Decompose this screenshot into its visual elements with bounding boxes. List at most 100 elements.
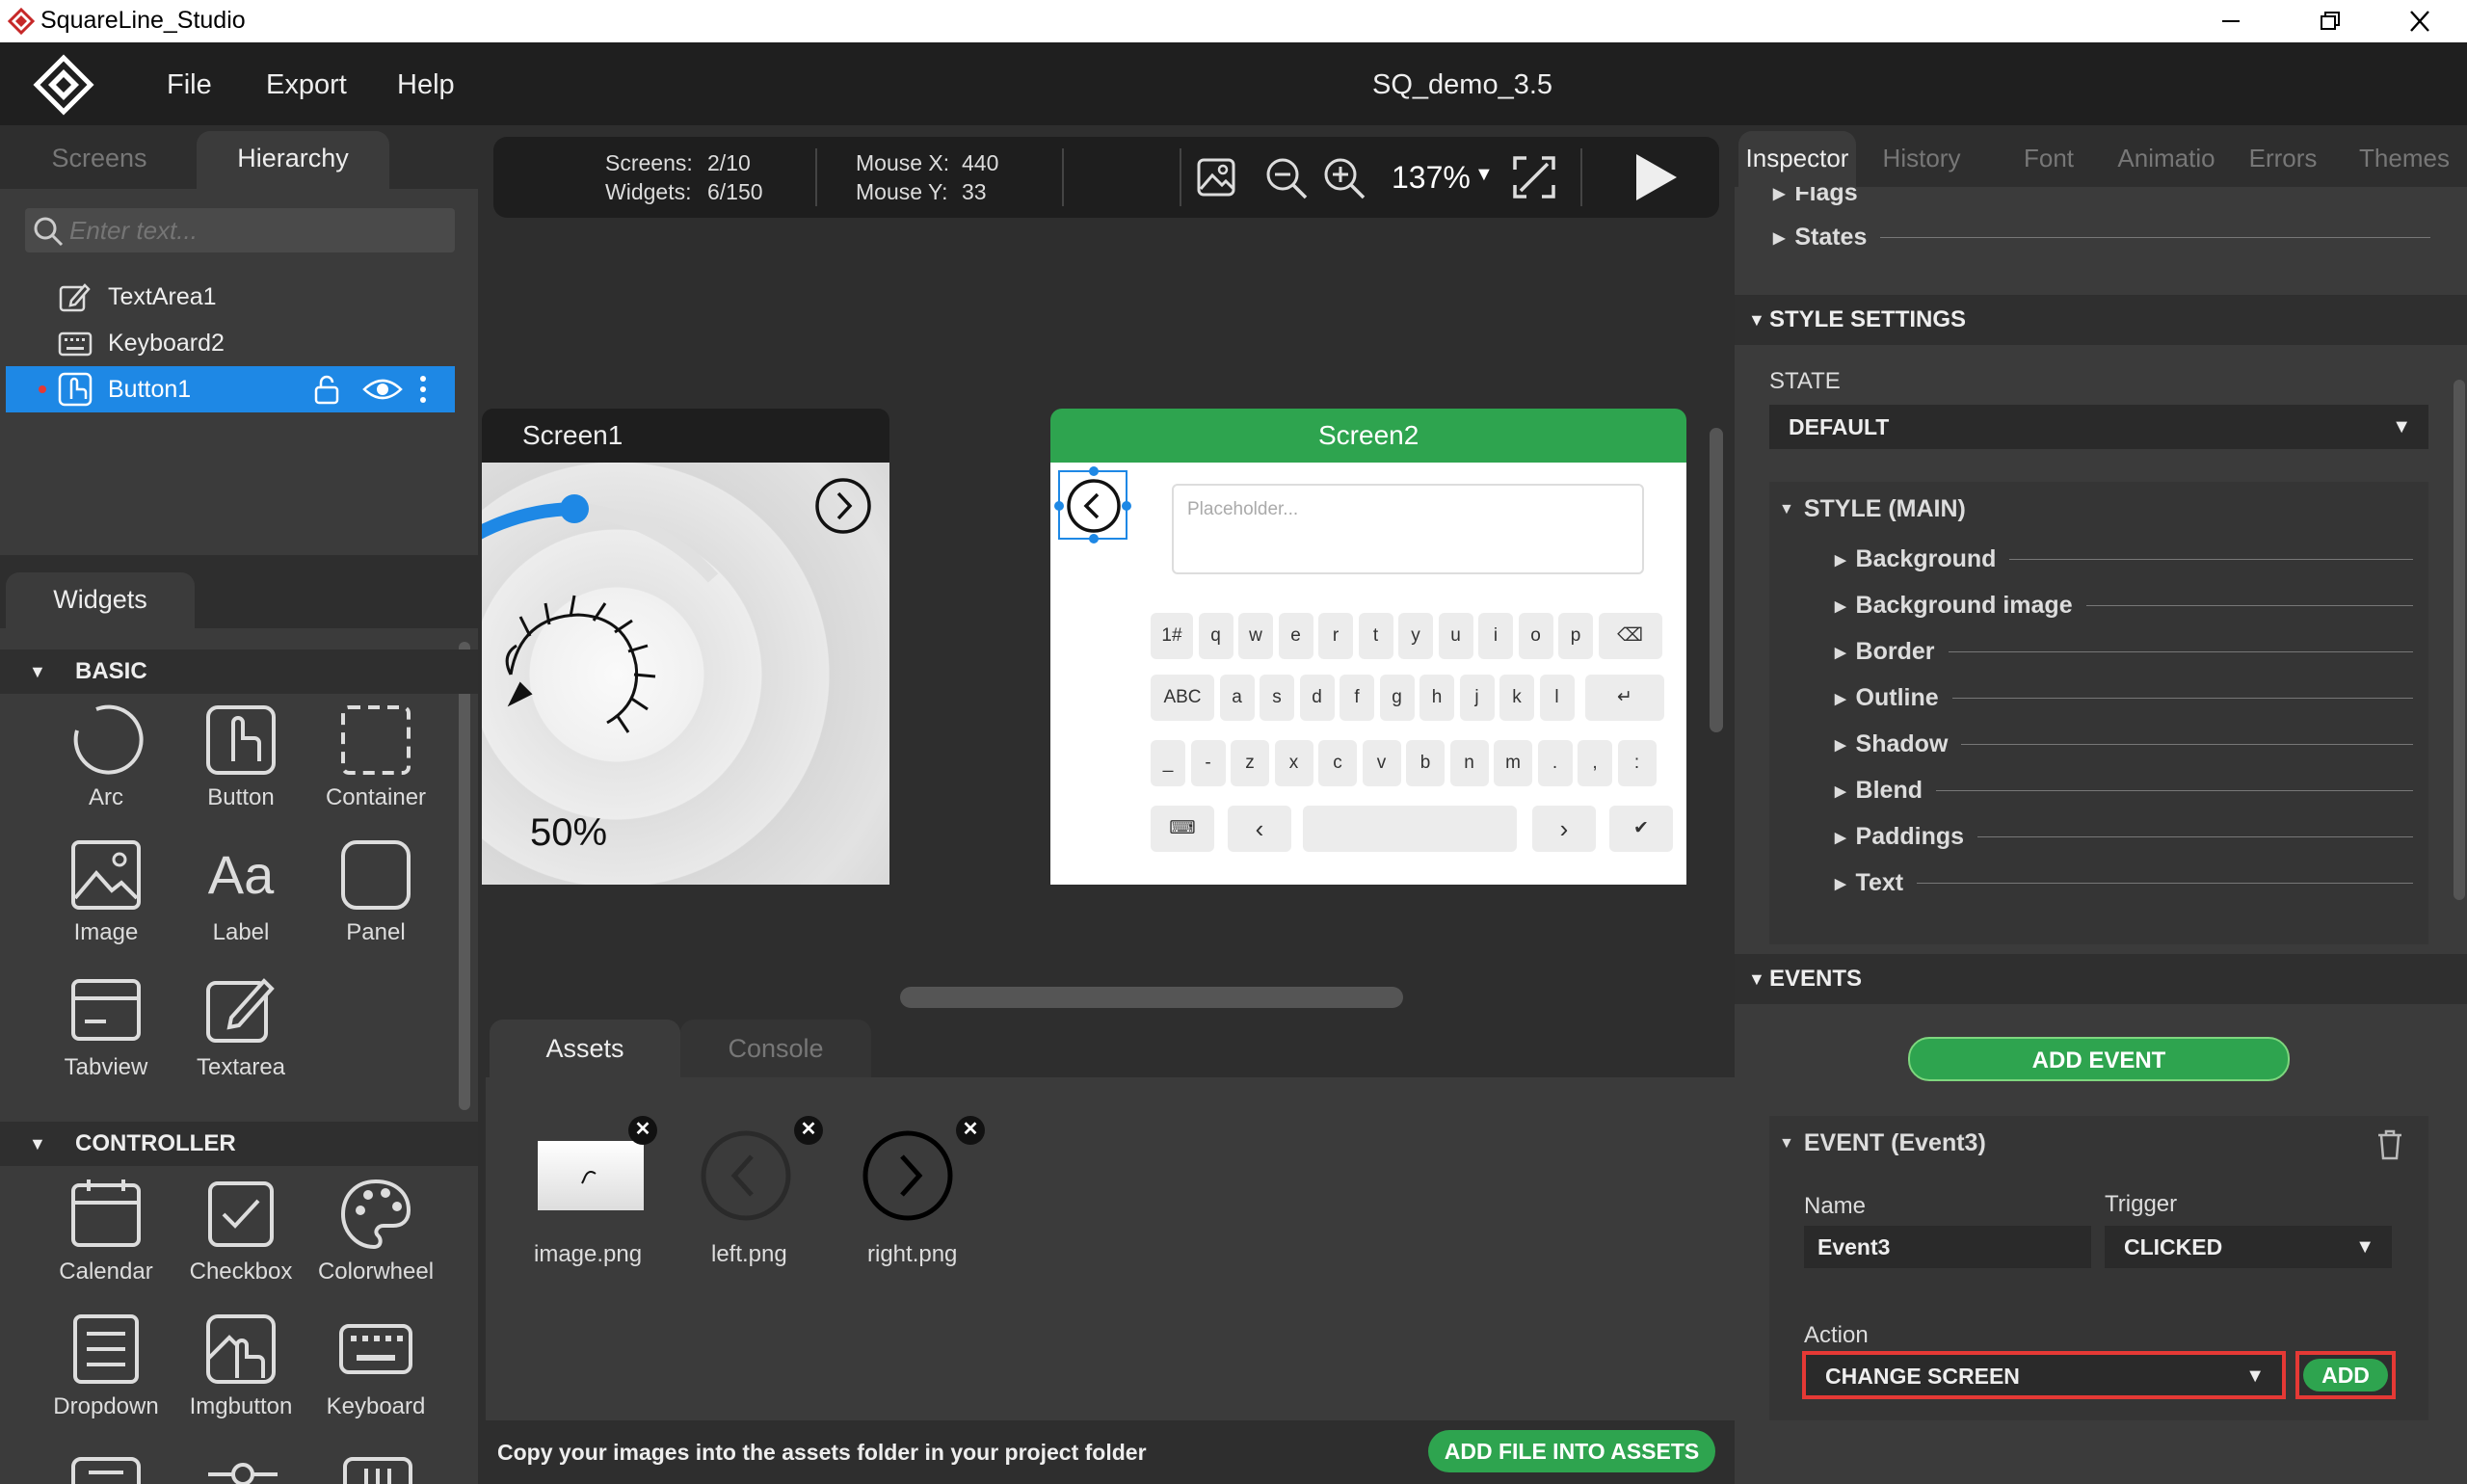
widget-textarea[interactable]: Textarea	[173, 971, 308, 1081]
remove-asset-icon[interactable]: ✕	[794, 1116, 823, 1145]
slider-widget-icon[interactable]	[67, 1453, 145, 1484]
zoom-level[interactable]: 137%	[1392, 160, 1471, 196]
keyboard-key[interactable]: e	[1278, 613, 1313, 659]
keyboard-key[interactable]: a	[1219, 675, 1255, 721]
search-box[interactable]	[25, 208, 455, 252]
keyboard-key[interactable]: :	[1617, 740, 1657, 786]
style-main-header[interactable]: ▼ STYLE (MAIN)	[1779, 495, 1966, 523]
remove-asset-icon[interactable]: ✕	[628, 1116, 657, 1145]
widget-panel[interactable]: Panel	[308, 836, 443, 946]
tree-item-button1[interactable]: Button1	[6, 366, 455, 412]
widget-container[interactable]: Container	[308, 702, 443, 811]
squareline-logo-icon[interactable]	[33, 54, 94, 116]
keyboard-key[interactable]: y	[1398, 613, 1433, 659]
roller-widget-icon[interactable]	[339, 1453, 416, 1484]
keyboard-key[interactable]: m	[1494, 740, 1532, 786]
widget-image[interactable]: Image	[39, 836, 173, 946]
states-row[interactable]: ▶ States	[1773, 224, 2430, 252]
flags-row[interactable]: ▶ Flags	[1773, 187, 2236, 207]
section-basic[interactable]: ▼ BASIC	[0, 649, 478, 694]
next-screen-icon[interactable]	[813, 476, 873, 536]
zoom-in-icon[interactable]	[1322, 156, 1366, 200]
zoom-dropdown-icon[interactable]: ▼	[1474, 164, 1494, 186]
tab-themes[interactable]: Themes	[2342, 131, 2467, 187]
tab-history[interactable]: History	[1860, 131, 1983, 187]
trigger-dropdown[interactable]: CLICKED ▼	[2105, 1226, 2392, 1268]
widget-checkbox[interactable]: Checkbox	[173, 1176, 308, 1285]
keyboard-key[interactable]: 1#	[1151, 613, 1193, 659]
style-prop-row[interactable]: ▶ Outline	[1835, 684, 2413, 712]
keyboard-key[interactable]: ABC	[1151, 675, 1214, 721]
button1-selection[interactable]	[1054, 466, 1131, 543]
key-right[interactable]: ›	[1532, 806, 1596, 852]
style-prop-row[interactable]: ▶ Background image	[1835, 592, 2413, 620]
style-prop-row[interactable]: ▶ Background	[1835, 545, 2413, 573]
keyboard-key[interactable]: z	[1231, 740, 1269, 786]
zoom-out-icon[interactable]	[1264, 156, 1309, 200]
canvas-vscrollbar[interactable]	[1710, 428, 1723, 732]
key-backspace[interactable]: ⌫	[1598, 613, 1662, 659]
action-dropdown[interactable]: CHANGE SCREEN ▼	[1802, 1351, 2286, 1399]
keyboard-key[interactable]: u	[1438, 613, 1473, 659]
tree-item-textarea1[interactable]: TextArea1	[6, 274, 455, 320]
keyboard-key[interactable]: s	[1260, 675, 1294, 721]
search-input[interactable]	[69, 214, 445, 247]
tab-screens[interactable]: Screens	[8, 131, 191, 185]
add-event-button[interactable]: ADD EVENT	[1908, 1037, 2290, 1081]
style-prop-row[interactable]: ▶ Text	[1835, 869, 2413, 897]
eye-icon[interactable]	[362, 376, 403, 403]
keyboard-key[interactable]: q	[1198, 613, 1234, 659]
events-header[interactable]: ▼ EVENTS	[1735, 954, 2467, 1004]
keyboard-key[interactable]: -	[1190, 740, 1226, 786]
event-header[interactable]: ▼ EVENT (Event3)	[1779, 1129, 1986, 1157]
keyboard-key[interactable]: c	[1318, 740, 1357, 786]
keyboard-key[interactable]: r	[1318, 613, 1353, 659]
tab-assets[interactable]: Assets	[490, 1020, 680, 1079]
asset-thumb-right[interactable]	[862, 1129, 954, 1222]
key-enter[interactable]: ↵	[1585, 675, 1664, 721]
style-prop-row[interactable]: ▶ Blend	[1835, 777, 2413, 805]
restore-icon[interactable]	[2315, 8, 2344, 35]
key-left[interactable]: ‹	[1228, 806, 1291, 852]
keyboard-key[interactable]: f	[1340, 675, 1374, 721]
screen2-header[interactable]: Screen2	[1050, 409, 1686, 463]
keyboard2-preview[interactable]: 1# q w e r t y u i o p ⌫ ABC a s d f g h j k l ↵ _ - z x c v b n m.,: ⌨…	[1137, 597, 1673, 877]
keyboard-key[interactable]: b	[1406, 740, 1445, 786]
tree-item-keyboard2[interactable]: Keyboard2	[6, 320, 455, 366]
menu-file[interactable]: File	[167, 69, 212, 101]
screen2-preview[interactable]: Placeholder... 1# q w e r t y u i o p ⌫ ABC a s d f g h j k l…	[1050, 463, 1686, 885]
tab-widgets[interactable]: Widgets	[6, 572, 195, 632]
style-prop-row[interactable]: ▶ Paddings	[1835, 823, 2413, 851]
more-options-icon[interactable]	[418, 374, 428, 405]
tab-inspector[interactable]: Inspector	[1738, 131, 1856, 187]
keyboard-key[interactable]: h	[1419, 675, 1454, 721]
key-space[interactable]	[1303, 806, 1517, 852]
tab-hierarchy[interactable]: Hierarchy	[197, 131, 389, 193]
fit-screen-icon[interactable]	[1511, 154, 1557, 200]
keyboard-key[interactable]: o	[1518, 613, 1553, 659]
style-settings-header[interactable]: ▼ STYLE SETTINGS	[1735, 295, 2467, 345]
textarea1-preview[interactable]: Placeholder...	[1172, 484, 1644, 574]
keyboard-key[interactable]: i	[1478, 613, 1513, 659]
keyboard-key[interactable]: p	[1558, 613, 1593, 659]
screen1-header[interactable]: Screen1	[482, 409, 889, 463]
style-prop-row[interactable]: ▶ Shadow	[1835, 730, 2413, 758]
widget-dropdown[interactable]: Dropdown	[39, 1311, 173, 1420]
canvas-hscrollbar[interactable]	[900, 987, 1403, 1008]
screen1-preview[interactable]: 50%	[482, 463, 889, 885]
keyboard-key[interactable]: n	[1449, 740, 1489, 786]
keyboard-key[interactable]: _	[1151, 740, 1185, 786]
inspector-scrollbar[interactable]	[2454, 380, 2465, 900]
tab-animation[interactable]: Animatio	[2105, 131, 2228, 187]
background-image-icon[interactable]	[1195, 156, 1237, 199]
widget-arc[interactable]: Arc	[39, 702, 173, 811]
asset-thumb-left[interactable]	[700, 1129, 792, 1222]
widget-button[interactable]: Button	[173, 702, 308, 811]
add-action-button[interactable]: ADD	[2303, 1359, 2388, 1391]
asset-thumb-image[interactable]	[538, 1141, 644, 1210]
key-keyboard-toggle[interactable]: ⌨	[1151, 806, 1214, 852]
widget-keyboard[interactable]: Keyboard	[308, 1311, 443, 1420]
event-name-input[interactable]: Event3	[1804, 1226, 2091, 1268]
minimize-icon[interactable]	[2216, 8, 2245, 35]
close-window-icon[interactable]	[2405, 8, 2434, 35]
